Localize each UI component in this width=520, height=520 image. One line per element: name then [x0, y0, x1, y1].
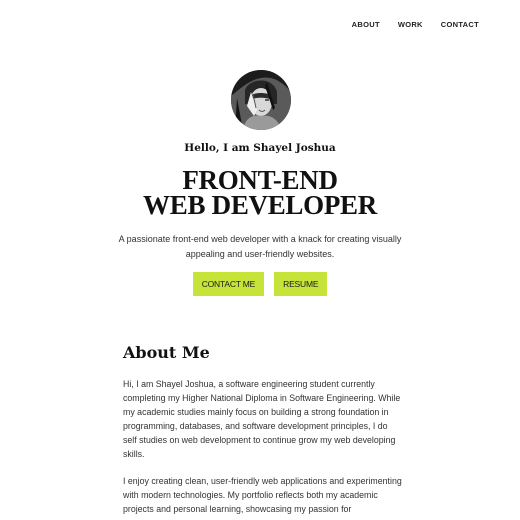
- hero-buttons: CONTACT ME RESUME: [0, 272, 520, 296]
- nav-link-contact[interactable]: CONTACT: [441, 20, 479, 29]
- hero-greeting: Hello, I am Shayel Joshua: [184, 142, 336, 154]
- nav-link-work[interactable]: WORK: [398, 20, 423, 29]
- resume-button[interactable]: RESUME: [274, 272, 328, 296]
- about-title: About Me: [123, 343, 210, 362]
- about-paragraph-1: Hi, I am Shayel Joshua, a software engin…: [123, 379, 401, 459]
- about-paragraph-2: I enjoy creating clean, user-friendly we…: [123, 476, 402, 514]
- nav-link-about[interactable]: ABOUT: [352, 20, 380, 29]
- hero-tagline: A passionate front-end web developer wit…: [118, 234, 402, 259]
- top-nav: ABOUT WORK CONTACT: [352, 20, 479, 29]
- profile-photo-icon: [231, 70, 291, 130]
- hero-headline: FRONT-END WEB DEVELOPER: [0, 167, 520, 220]
- contact-me-button[interactable]: CONTACT ME: [192, 272, 265, 296]
- avatar: [231, 70, 291, 130]
- headline-line-2: WEB DEVELOPER: [143, 190, 377, 220]
